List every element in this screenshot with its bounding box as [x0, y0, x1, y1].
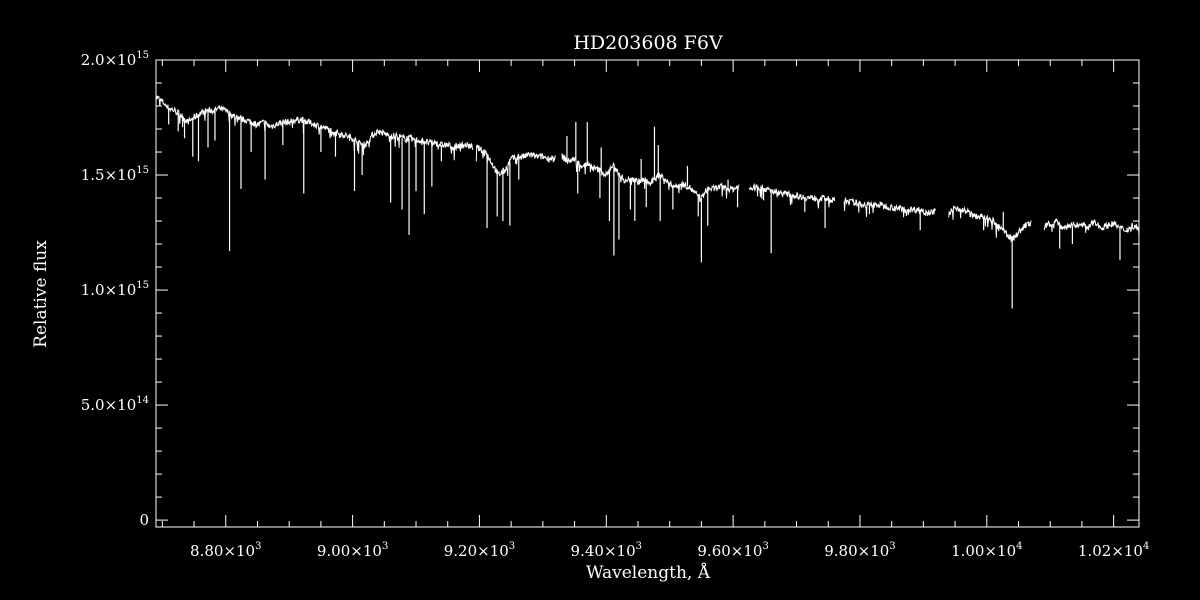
chart-title: HD203608 F6V [573, 32, 723, 54]
spectrum-chart: HD203608 F6V 8.80×103 9.00×103 9.20×103 9.4… [0, 0, 1200, 600]
y-tick-label: 0 [139, 511, 149, 529]
x-tick-label: 8.80×103 [190, 541, 261, 560]
x-tick-label: 1.02×104 [1078, 541, 1149, 560]
x-tick-label: 9.80×103 [824, 541, 895, 560]
x-tick-label: 1.00×104 [951, 541, 1022, 560]
x-tick-label: 9.00×103 [317, 541, 388, 560]
x-tick-label: 9.20×103 [444, 541, 515, 560]
y-axis-label: Relative flux [31, 240, 51, 348]
x-axis-label: Wavelength, Å [586, 562, 711, 583]
x-tick-label: 9.40×103 [571, 541, 642, 560]
x-tick-label: 9.60×103 [697, 541, 768, 560]
chart-background [0, 0, 1200, 600]
